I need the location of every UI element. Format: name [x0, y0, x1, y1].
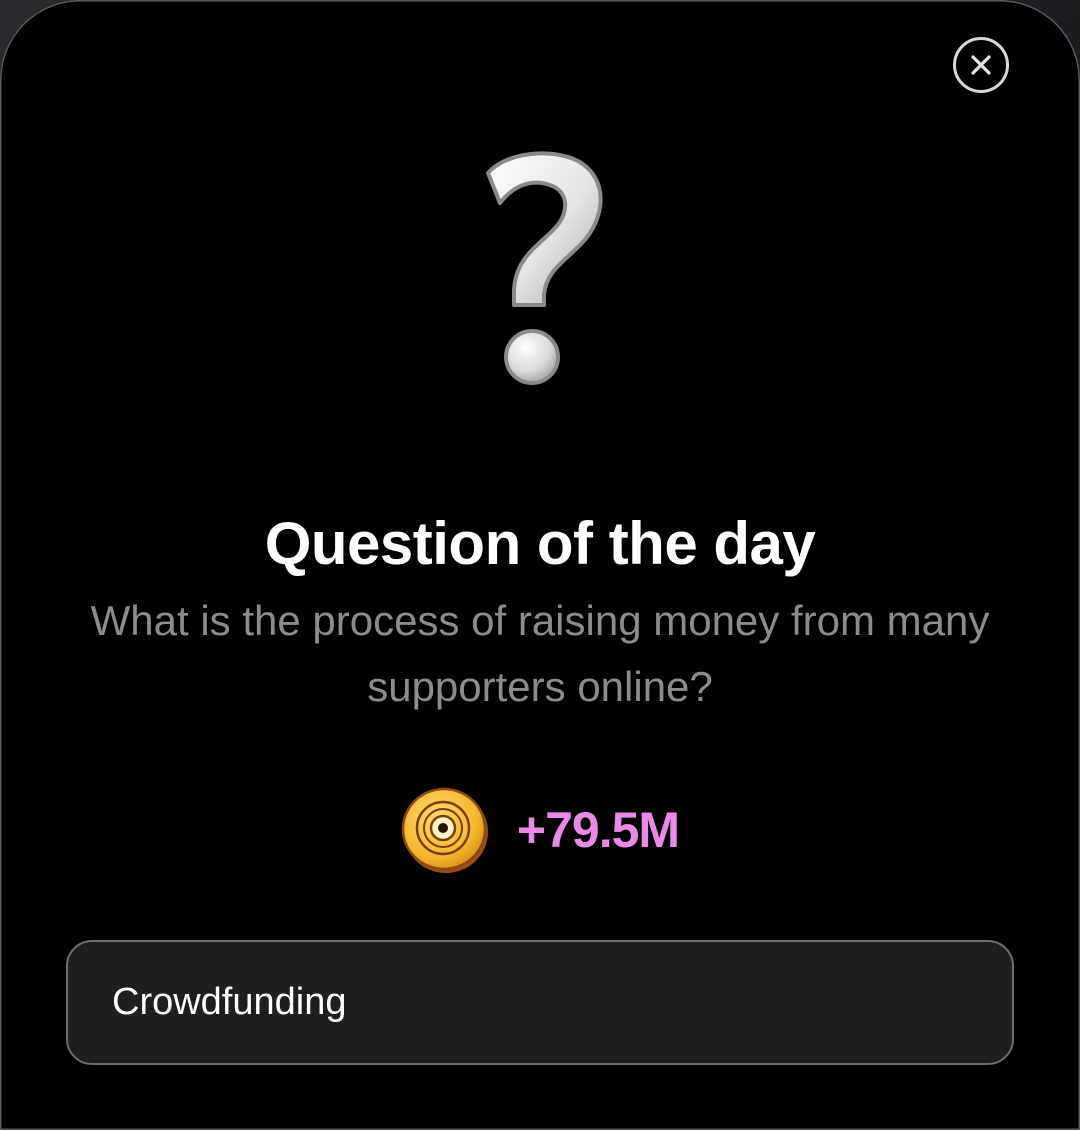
question-text: What is the process of raising money fro… [90, 597, 990, 710]
close-icon [971, 55, 991, 75]
coin-icon [401, 787, 488, 873]
reward-amount: +79.5M [516, 802, 680, 858]
answer-text: Crowdfunding [112, 981, 347, 1023]
question-of-the-day-modal: Question of the day What is the process … [0, 0, 1080, 1130]
answer-field[interactable]: Crowdfunding [66, 940, 1014, 1065]
modal-title: Question of the day [264, 510, 816, 577]
close-button[interactable] [953, 37, 1009, 93]
question-mark-icon [486, 151, 603, 385]
reward-row: +79.5M [0, 784, 1080, 876]
